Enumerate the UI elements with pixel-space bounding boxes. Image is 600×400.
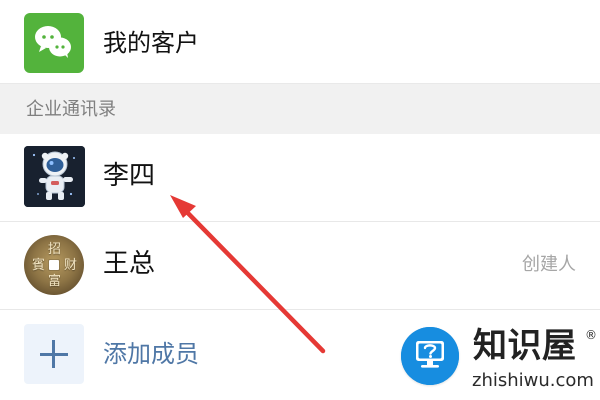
- wechat-chat-icon: [24, 13, 84, 73]
- watermark-name: 知识屋: [473, 326, 577, 366]
- coin-text-right: 财: [64, 258, 78, 273]
- creator-tag: 创建人: [522, 254, 576, 275]
- add-member-label: 添加成员: [103, 340, 199, 368]
- contact-name-lisi: 李四: [103, 161, 156, 191]
- my-customers-row[interactable]: 我的客户: [0, 0, 600, 84]
- astronaut-avatar: [24, 146, 85, 207]
- enterprise-directory-header: 企业通讯录: [0, 84, 600, 134]
- coin-center-hole: [49, 260, 59, 270]
- enterprise-contacts-screen: 我的客户 企业通讯录 李四 招 賓 财 富 王总 创建人 添加成员 知识屋 ® …: [0, 0, 600, 400]
- question-monitor-icon: [401, 327, 459, 385]
- watermark-domain: zhishiwu.com: [472, 370, 594, 391]
- contact-name-wangzong: 王总: [103, 249, 156, 279]
- my-customers-label: 我的客户: [103, 29, 199, 57]
- watermark: 知识屋 ® zhishiwu.com: [395, 320, 600, 400]
- coin-text-top: 招: [48, 242, 62, 257]
- enterprise-directory-label: 企业通讯录: [26, 99, 116, 120]
- contact-row-lisi[interactable]: 李四: [0, 134, 600, 222]
- coin-avatar: 招 賓 财 富: [24, 235, 84, 295]
- contact-row-wangzong[interactable]: 招 賓 财 富 王总 创建人: [0, 222, 600, 310]
- registered-mark-icon: ®: [585, 328, 597, 342]
- plus-icon: [24, 324, 84, 384]
- coin-text-left: 賓: [32, 258, 46, 273]
- coin-text-bottom: 富: [48, 274, 62, 289]
